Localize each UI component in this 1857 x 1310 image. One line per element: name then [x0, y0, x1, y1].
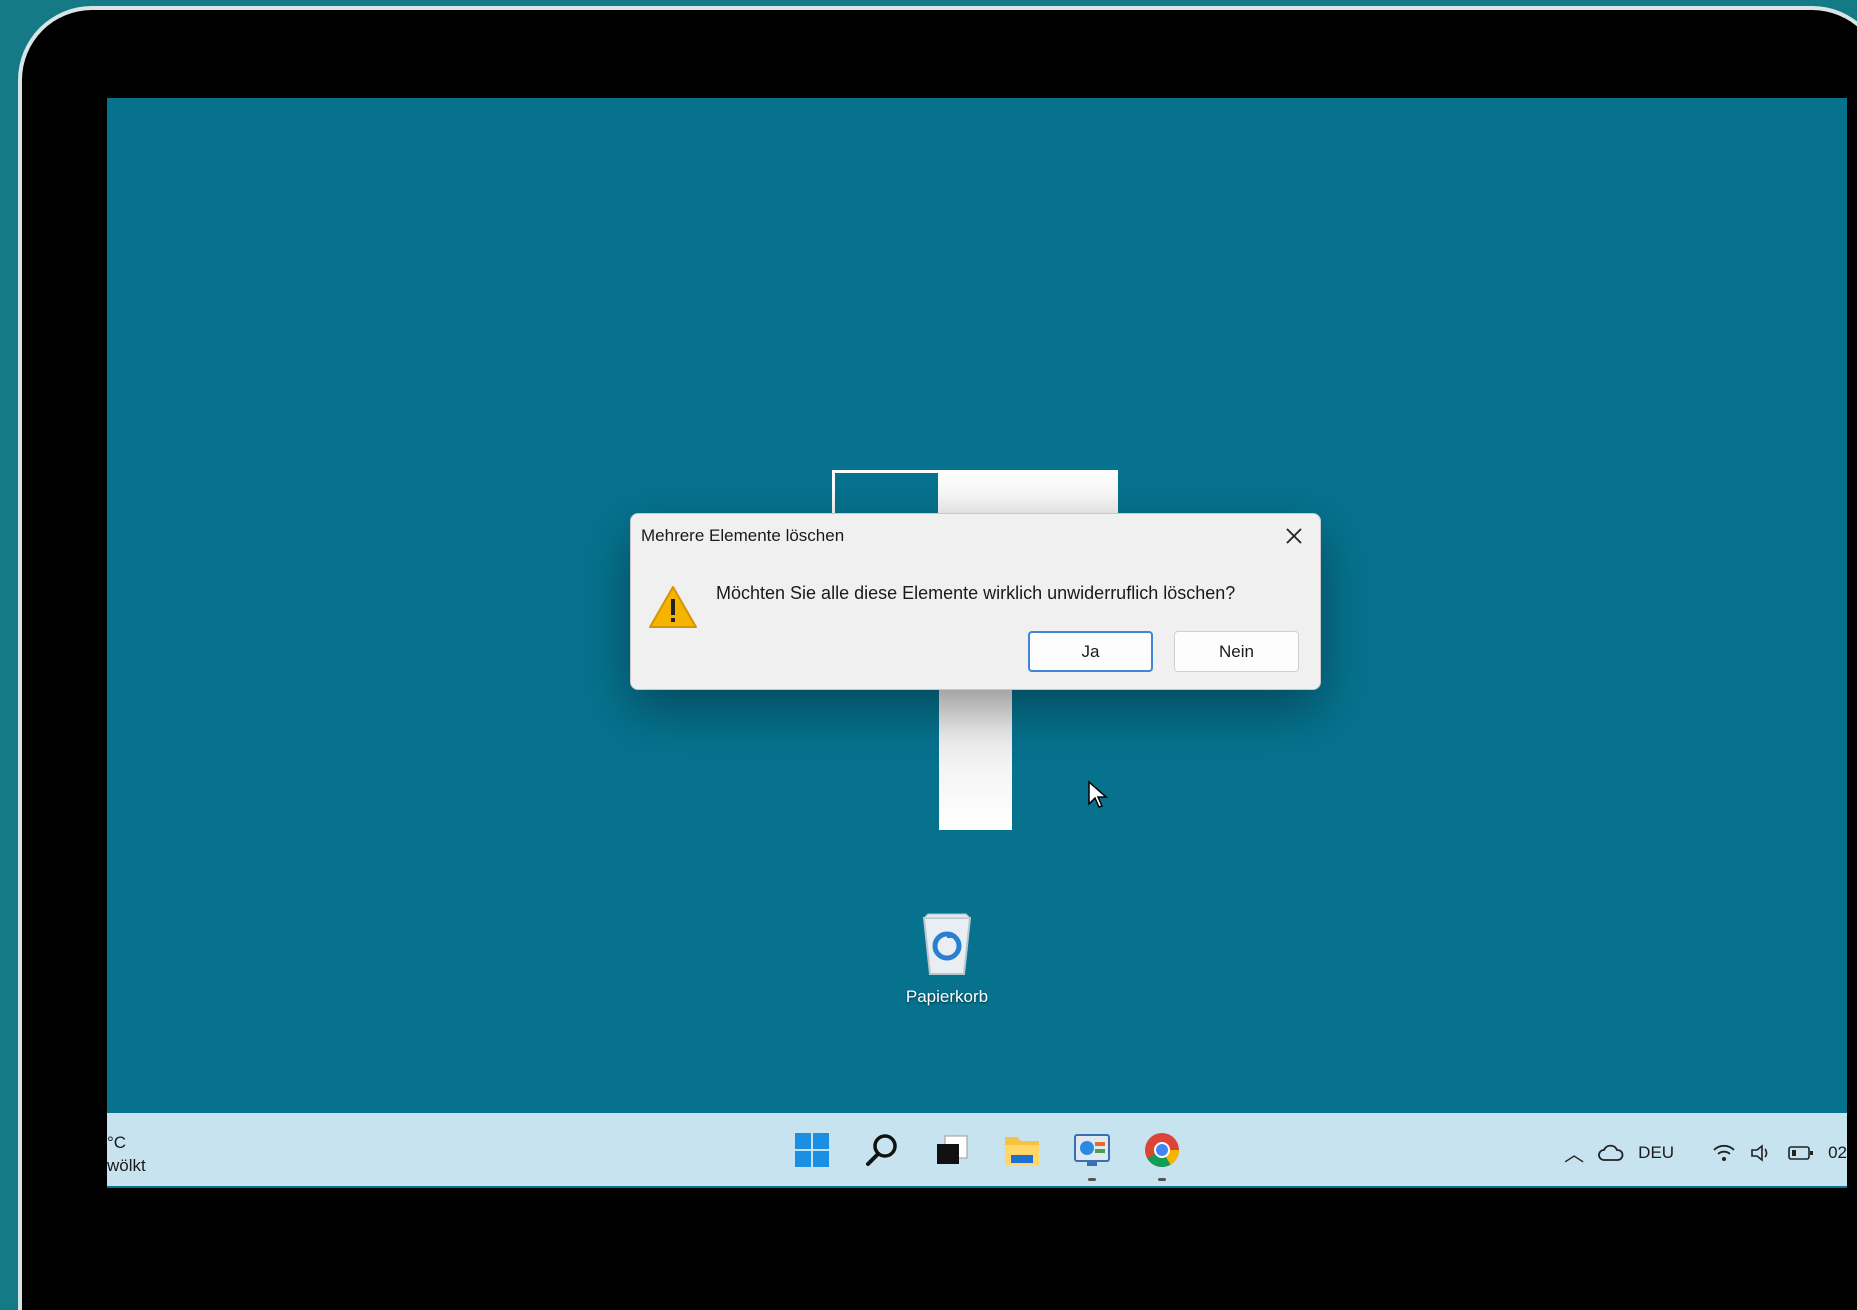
- search-icon: [866, 1134, 897, 1166]
- background-window-bottom: [939, 688, 1012, 830]
- running-indicator: [1158, 1178, 1166, 1181]
- mouse-cursor-icon: [1088, 780, 1108, 808]
- onedrive-cloud-icon[interactable]: [1598, 1144, 1624, 1162]
- file-explorer-icon: [1005, 1137, 1039, 1165]
- chrome-icon: [1145, 1133, 1179, 1167]
- taskbar-app-icons: [787, 1125, 1187, 1181]
- clock[interactable]: 02: [1828, 1143, 1847, 1163]
- running-indicator: [1088, 1178, 1096, 1181]
- task-view-icon: [937, 1135, 968, 1164]
- desktop-icon-recycle-bin[interactable]: Papierkorb: [887, 910, 1007, 1007]
- dialog-message: Möchten Sie alle diese Elemente wirklich…: [716, 583, 1236, 603]
- search-button[interactable]: [857, 1125, 907, 1175]
- dialog-body: Möchten Sie alle diese Elemente wirklich…: [631, 559, 1320, 689]
- task-view-button[interactable]: [927, 1125, 977, 1175]
- weather-temperature: °C: [107, 1133, 127, 1152]
- taskbar: °C wölkt ︿ DEU 02: [107, 1113, 1847, 1186]
- close-button[interactable]: [1276, 518, 1312, 554]
- weather-widget[interactable]: °C wölkt: [107, 1131, 146, 1177]
- start-button[interactable]: [787, 1125, 837, 1175]
- delete-confirm-dialog: Mehrere Elemente löschen Möchten Sie all…: [630, 513, 1321, 690]
- language-indicator[interactable]: DEU: [1638, 1143, 1674, 1163]
- close-icon: [1286, 528, 1302, 544]
- system-tray: ︿ DEU 02: [1564, 1138, 1847, 1167]
- yes-button[interactable]: Ja: [1028, 631, 1153, 672]
- file-explorer-button[interactable]: [997, 1125, 1047, 1175]
- device-bezel: Papierkorb Mehrere Elemente löschen Möch…: [22, 10, 1857, 1310]
- dialog-title: Mehrere Elemente löschen: [641, 526, 845, 545]
- no-button[interactable]: Nein: [1174, 631, 1299, 672]
- warning-icon: [649, 586, 697, 628]
- battery-icon[interactable]: [1788, 1145, 1814, 1161]
- chrome-button[interactable]: [1137, 1125, 1187, 1181]
- recycle-bin-label: Papierkorb: [905, 987, 989, 1006]
- control-panel-icon: [1074, 1134, 1110, 1166]
- recycle-bin-icon: [922, 913, 972, 975]
- windows-start-icon: [795, 1133, 829, 1167]
- control-panel-button[interactable]: [1067, 1125, 1117, 1181]
- desktop-screen: Papierkorb Mehrere Elemente löschen Möch…: [107, 98, 1847, 1188]
- chevron-up-icon[interactable]: ︿: [1564, 1138, 1584, 1167]
- wifi-icon[interactable]: [1712, 1143, 1736, 1163]
- volume-icon[interactable]: [1750, 1143, 1774, 1163]
- weather-description: wölkt: [107, 1156, 146, 1175]
